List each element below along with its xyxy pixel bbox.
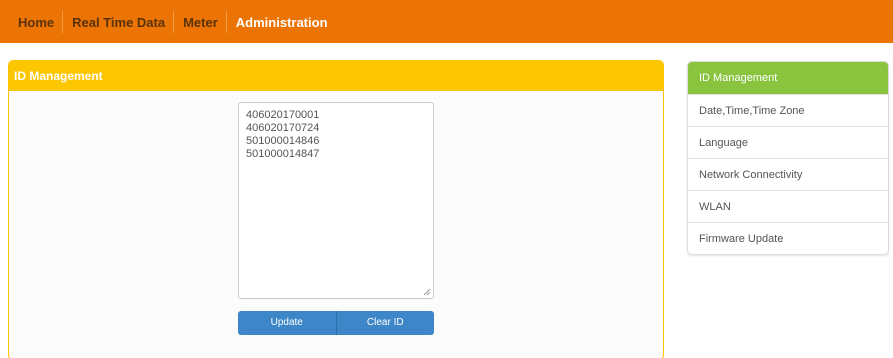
panel-title: ID Management [9,61,663,91]
side-item-date-time-time-zone[interactable]: Date,Time,Time Zone [688,94,888,126]
clear-id-button[interactable]: Clear ID [335,311,434,335]
id-button-group: Update Clear ID [238,311,434,335]
nav-real-time-data[interactable]: Real Time Data [63,0,175,45]
id-line: 501000014847 [246,148,320,160]
update-button[interactable]: Update [238,311,336,335]
id-line: 406020170724 [246,122,320,134]
nav-home[interactable]: Home [9,0,64,45]
nav-meter[interactable]: Meter [174,0,227,45]
side-item-wlan[interactable]: WLAN [688,190,888,222]
id-list-textarea[interactable]: 406020170001 406020170724 501000014846 5… [238,102,434,299]
side-item-id-management[interactable]: ID Management [688,62,888,94]
id-line: 501000014846 [246,135,320,147]
top-navigation-bar: Home Real Time Data Meter Administration [0,0,893,46]
resize-handle-icon[interactable] [423,288,431,296]
side-item-language[interactable]: Language [688,126,888,158]
side-item-network-connectivity[interactable]: Network Connectivity [688,158,888,190]
nav-administration[interactable]: Administration [227,0,337,45]
side-item-firmware-update[interactable]: Firmware Update [688,222,888,254]
id-management-panel: ID Management 406020170001 406020170724 … [8,60,664,358]
id-line: 406020170001 [246,109,320,121]
admin-side-menu: ID Management Date,Time,Time Zone Langua… [687,61,889,255]
